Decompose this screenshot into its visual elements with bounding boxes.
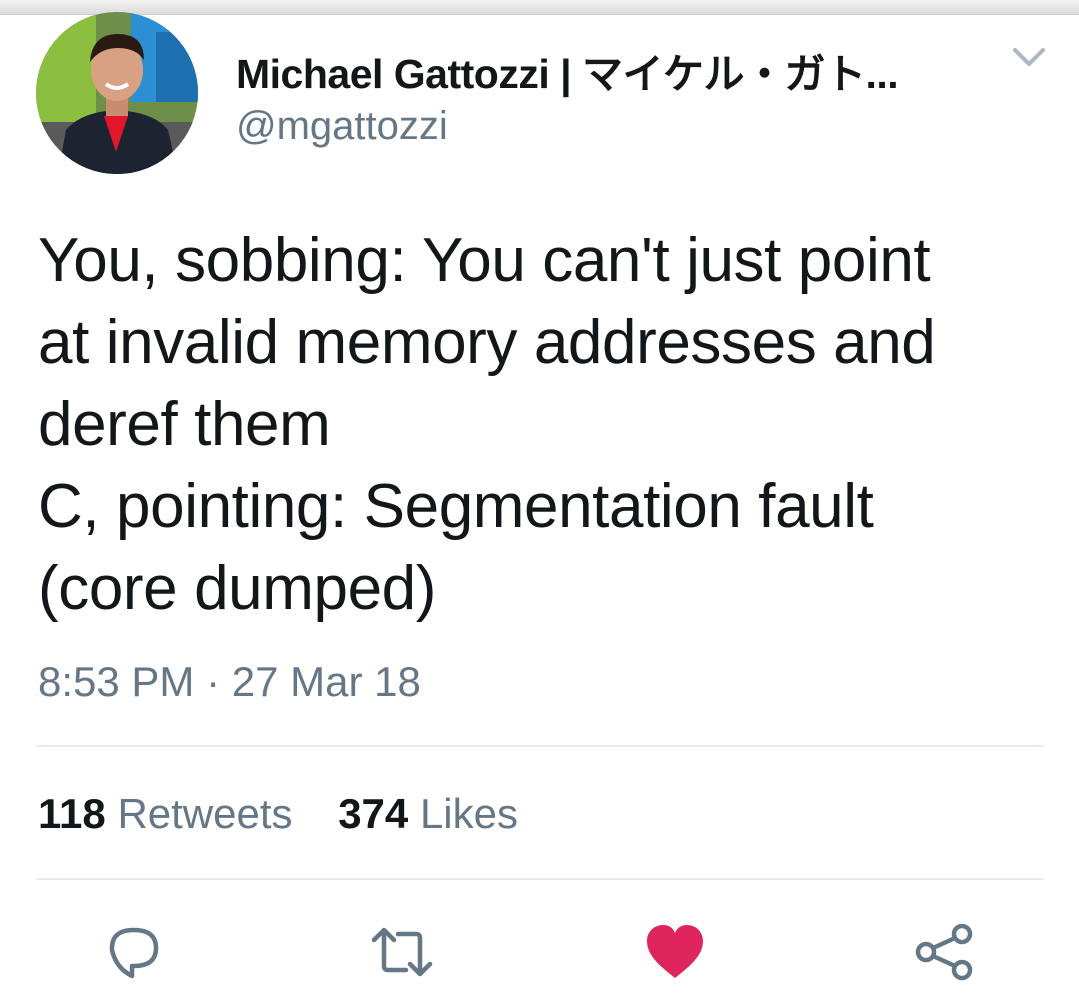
retweet-button[interactable] [370,920,434,984]
retweet-icon [371,927,433,977]
tweet-text-line: at invalid memory addresses and [38,308,936,377]
tweet-text-line: (core dumped) [38,554,436,623]
likes-stat[interactable]: 374 Likes [338,790,518,837]
likes-label: Likes [419,790,518,837]
divider [36,745,1044,747]
tweet-timestamp: 8:53 PM · 27 Mar 18 [38,658,421,705]
status-bar-edge [0,0,1079,15]
likes-count: 374 [338,790,409,837]
share-button[interactable] [912,920,976,984]
author-handle[interactable]: @mgattozzi [236,104,448,149]
heart-icon [647,925,703,978]
share-icon [915,923,973,981]
reply-button[interactable] [102,920,166,984]
divider [36,878,1044,880]
avatar[interactable] [36,12,198,174]
tweet-text-line: You, sobbing: You can't just point [38,226,931,295]
reply-icon [109,927,159,979]
tweet-stats: 118 Retweets 374 Likes [38,790,552,838]
tweet-text: You, sobbing: You can't just point at in… [38,220,1048,630]
chevron-down-icon[interactable] [1009,42,1049,72]
retweets-count: 118 [38,790,106,837]
like-button[interactable] [643,920,707,984]
avatar-image [36,12,198,174]
retweets-label: Retweets [117,790,293,837]
tweet-text-line: C, pointing: Segmentation fault [38,472,874,541]
author-display-name[interactable]: Michael Gattozzi | マイケル・ガト... [236,40,898,100]
retweets-stat[interactable]: 118 Retweets [38,790,293,837]
tweet-text-line: deref them [38,390,331,459]
